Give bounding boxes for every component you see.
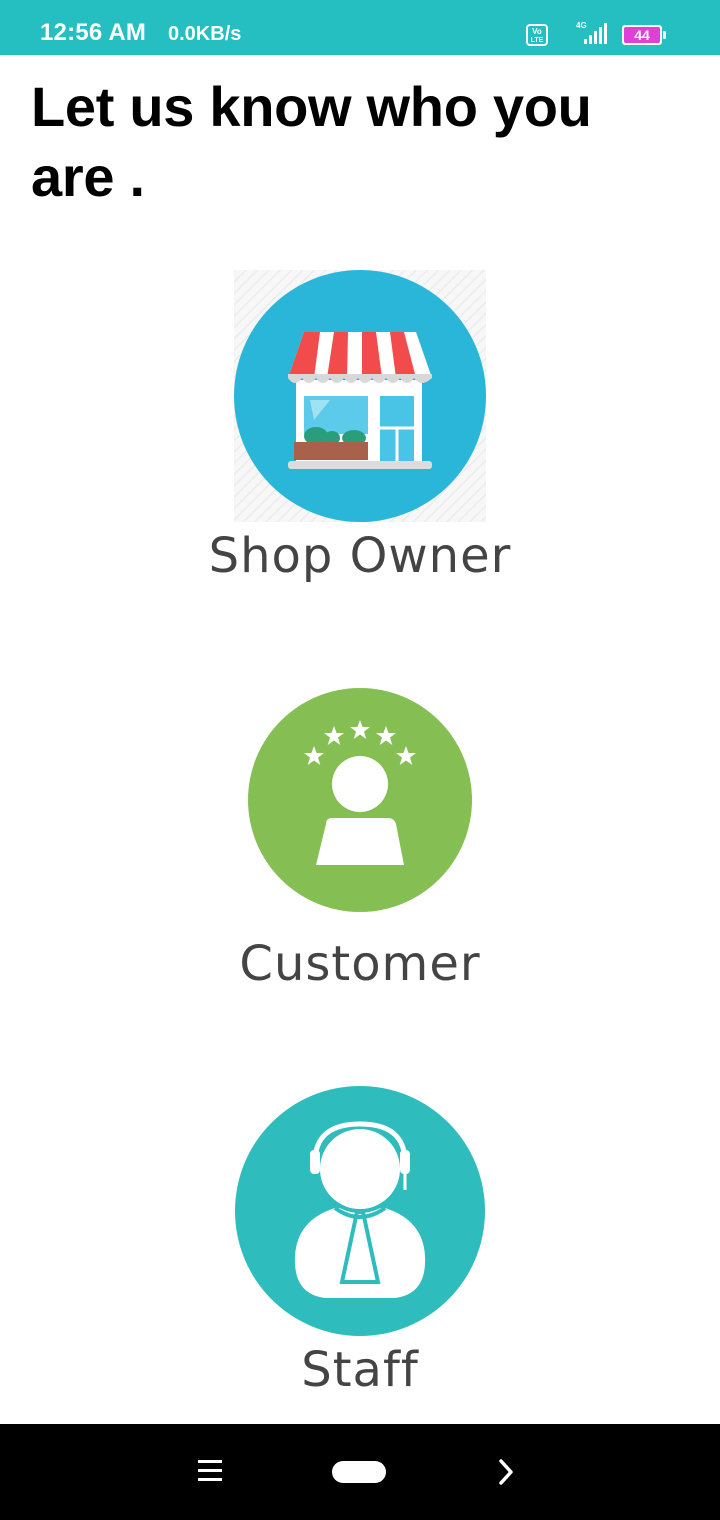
- navigation-bar: [0, 1424, 720, 1520]
- signal-icon: 4G: [576, 21, 607, 44]
- menu-icon[interactable]: [198, 1460, 222, 1484]
- staff-icon: [235, 1086, 485, 1336]
- status-bar: 12:56 AM 0.0KB/s Vo LTE 4G 44: [0, 0, 720, 55]
- customer-icon: [248, 688, 472, 912]
- shop-icon: [234, 270, 486, 522]
- svg-text:Vo: Vo: [532, 27, 542, 36]
- staff-label: Staff: [301, 1342, 419, 1398]
- network-type: 4G: [576, 21, 587, 30]
- status-time: 12:56 AM: [40, 19, 147, 46]
- volte-icon: Vo LTE: [526, 24, 548, 46]
- battery-level: 44: [634, 27, 650, 43]
- home-icon[interactable]: [332, 1461, 386, 1483]
- network-speed: 0.0KB/s: [168, 23, 242, 45]
- back-icon[interactable]: [496, 1458, 516, 1486]
- battery-icon: 44: [622, 25, 666, 45]
- svg-text:LTE: LTE: [531, 37, 544, 44]
- shop-owner-label: Shop Owner: [208, 528, 512, 584]
- staff-option[interactable]: Staff: [0, 1086, 720, 1398]
- page-title: Let us know who you are .: [31, 75, 592, 208]
- shop-owner-option[interactable]: Shop Owner: [0, 270, 720, 584]
- customer-option[interactable]: Customer: [0, 688, 720, 992]
- customer-label: Customer: [239, 936, 481, 992]
